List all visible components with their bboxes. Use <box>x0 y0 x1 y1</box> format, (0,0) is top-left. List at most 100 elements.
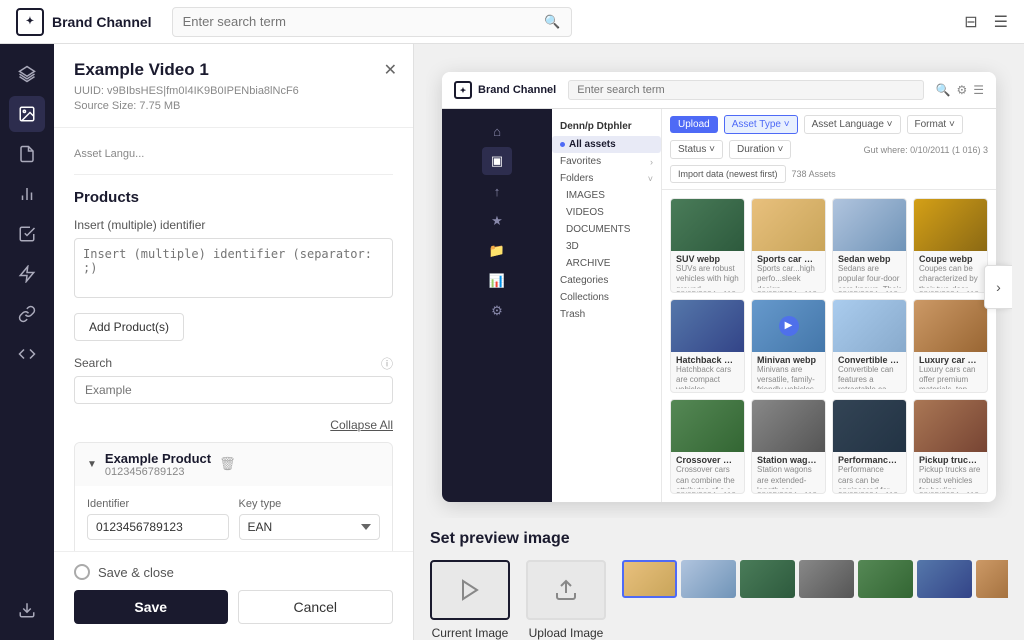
info-icon[interactable]: ⓘ <box>381 355 393 372</box>
panel-title: Example Video 1 <box>74 60 393 80</box>
nav-item-favorites[interactable]: Favorites › <box>552 153 661 170</box>
sidebar-icon-tag[interactable] <box>9 256 45 292</box>
asset-thumb-coupe <box>914 199 987 251</box>
browser-menu-icon[interactable]: ☰ <box>973 83 984 97</box>
browser-settings-icon[interactable]: ⚙ <box>956 83 967 97</box>
brand-logo[interactable]: ✦ Brand Channel <box>16 8 152 36</box>
upload-button[interactable]: Upload <box>670 116 718 133</box>
sidebar-icon-chart[interactable] <box>9 176 45 212</box>
asset-card-suv[interactable]: SUV webp SUVs are robust vehicles with h… <box>670 198 745 293</box>
preview-title: Set preview image <box>430 530 1008 548</box>
brand-name: Brand Channel <box>52 14 152 30</box>
asset-desc-coupe: Coupes can be characterized by their two… <box>919 264 982 288</box>
nav-item-images[interactable]: IMAGES <box>552 187 661 204</box>
identifier-keytype-row: Identifier Key type EAN SKU GTIN <box>87 498 380 540</box>
asset-sidebar-settings2[interactable]: ⚙ <box>482 297 512 325</box>
nav-item-collections[interactable]: Collections <box>552 289 661 306</box>
asset-card-pickup[interactable]: Pickup truck webp Pickup trucks are robu… <box>913 399 988 494</box>
sidebar-icon-checkbox[interactable] <box>9 216 45 252</box>
filmstrip-thumb-1[interactable] <box>622 560 677 598</box>
asset-sidebar-upload[interactable]: ↑ <box>482 177 512 205</box>
save-close-checkbox[interactable] <box>74 564 90 580</box>
nav-item-trash[interactable]: Trash <box>552 306 661 323</box>
identifier-input[interactable] <box>87 514 229 540</box>
nav-item-categories[interactable]: Categories <box>552 272 661 289</box>
sidebar-icon-file[interactable] <box>9 136 45 172</box>
asset-card-coupe[interactable]: Coupe webp Coupes can be characterized b… <box>913 198 988 293</box>
filmstrip-thumb-4[interactable] <box>799 560 854 598</box>
nav-item-folders[interactable]: Folders ˅ <box>552 170 661 187</box>
asset-sidebar-star[interactable]: ★ <box>482 207 512 235</box>
asset-card-station[interactable]: Station wagon webp Station wagons are ex… <box>751 399 826 494</box>
nav-item-videos[interactable]: VIDEOS <box>552 204 661 221</box>
close-panel-button[interactable]: ✕ <box>384 60 397 80</box>
asset-sidebar-assets[interactable]: ▣ <box>482 147 512 175</box>
next-arrow-button[interactable]: › <box>984 265 1012 309</box>
filter-status[interactable]: Status ˅ <box>670 140 723 159</box>
nav-item-documents[interactable]: DOCUMENTS <box>552 221 661 238</box>
insert-identifier-label: Insert (multiple) identifier <box>74 218 393 232</box>
asset-sidebar-chart2[interactable]: 📊 <box>482 267 512 295</box>
save-close-label[interactable]: Save & close <box>98 565 174 580</box>
filmstrip-thumb-5[interactable] <box>858 560 913 598</box>
asset-card-sports[interactable]: Sports car webp Sports car...high perfo.… <box>751 198 826 293</box>
asset-thumb-hatch <box>671 300 744 352</box>
asset-thumb-sedan <box>833 199 906 251</box>
filter-asset-type[interactable]: Asset Type ˅ <box>724 115 798 134</box>
menu-icon[interactable]: ☰ <box>994 12 1008 32</box>
filter-icon[interactable]: ⊟ <box>964 12 977 32</box>
product-header[interactable]: ▼ Example Product 0123456789123 🗑 <box>75 443 392 486</box>
asset-card-performance[interactable]: Performance car webp Performance cars ca… <box>832 399 907 494</box>
asset-card-convertible[interactable]: Convertible webp Convertible can feature… <box>832 299 907 394</box>
filmstrip-thumb-6[interactable] <box>917 560 972 598</box>
products-title: Products <box>74 189 393 206</box>
cancel-button[interactable]: Cancel <box>238 590 394 624</box>
asset-desc-luxury: Luxury cars can offer premium materials,… <box>919 365 982 389</box>
browser-search-input[interactable] <box>568 80 923 100</box>
key-type-select[interactable]: EAN SKU GTIN <box>239 514 381 540</box>
filmstrip-thumb-3[interactable] <box>740 560 795 598</box>
asset-card-sedan[interactable]: Sedan webp Sedans are popular four-door … <box>832 198 907 293</box>
sidebar-icon-download[interactable] <box>9 592 45 628</box>
asset-desc-suv: SUVs are robust vehicles with high groun… <box>676 264 739 288</box>
nav-item-archive[interactable]: ARCHIVE <box>552 255 661 272</box>
asset-language-section: Asset Langu... <box>74 144 393 175</box>
main-layout: Example Video 1 UUID: v9BIbsHES|fm0I4IK9… <box>0 44 1024 640</box>
import-button[interactable]: Import data (newest first) <box>670 165 786 183</box>
save-button[interactable]: Save <box>74 590 228 624</box>
asset-sidebar-folder[interactable]: 📁 <box>482 237 512 265</box>
asset-card-minivan[interactable]: ▶ Minivan webp Minivans are versatile, f… <box>751 299 826 394</box>
add-products-button[interactable]: Add Product(s) <box>74 313 184 341</box>
nav-item-all-assets[interactable]: All assets <box>552 136 661 153</box>
filter-duration[interactable]: Duration ˅ <box>729 140 791 159</box>
sidebar-icon-code[interactable] <box>9 336 45 372</box>
search-icon[interactable]: 🔍 <box>544 14 560 30</box>
right-wrapper: ✦ Brand Channel 🔍 ⚙ ☰ ⌂ ▣ <box>414 44 1024 640</box>
search-input-products[interactable] <box>74 376 393 404</box>
delete-product-icon[interactable]: 🗑 <box>219 456 236 472</box>
insert-identifier-textarea[interactable] <box>74 238 393 298</box>
browser-search-icon[interactable]: 🔍 <box>936 83 951 97</box>
asset-card-crossover[interactable]: Crossover webp Crossover cars can combin… <box>670 399 745 494</box>
filter-format[interactable]: Format ˅ <box>907 115 963 134</box>
sidebar-icon-link[interactable] <box>9 296 45 332</box>
filmstrip-thumb-7[interactable] <box>976 560 1008 598</box>
current-image-option[interactable]: Current Image <box>430 560 510 640</box>
key-type-field: Key type EAN SKU GTIN <box>239 498 381 540</box>
filmstrip-thumb-2[interactable] <box>681 560 736 598</box>
nav-label-documents: DOCUMENTS <box>566 224 630 235</box>
asset-card-luxury[interactable]: Luxury car webp Luxury cars can offer pr… <box>913 299 988 394</box>
upload-image-option[interactable]: Upload Image <box>526 560 606 640</box>
search-bar[interactable]: 🔍 <box>172 7 572 37</box>
sidebar-icon-image[interactable] <box>9 96 45 132</box>
sidebar-icon-layers[interactable] <box>9 56 45 92</box>
nav-item-3d[interactable]: 3D <box>552 238 661 255</box>
asset-sidebar-home[interactable]: ⌂ <box>482 117 512 145</box>
sidebar-icons <box>0 44 54 640</box>
asset-sidebar: ⌂ ▣ ↑ ★ 📁 📊 ⚙ <box>442 109 552 502</box>
collapse-all-link[interactable]: Collapse All <box>330 418 393 432</box>
search-input[interactable] <box>183 14 545 29</box>
asset-card-hatch[interactable]: Hatchback webp Hatchback cars are compac… <box>670 299 745 394</box>
filter-asset-language[interactable]: Asset Language ˅ <box>804 115 901 134</box>
asset-name-coupe: Coupe webp <box>919 254 982 264</box>
